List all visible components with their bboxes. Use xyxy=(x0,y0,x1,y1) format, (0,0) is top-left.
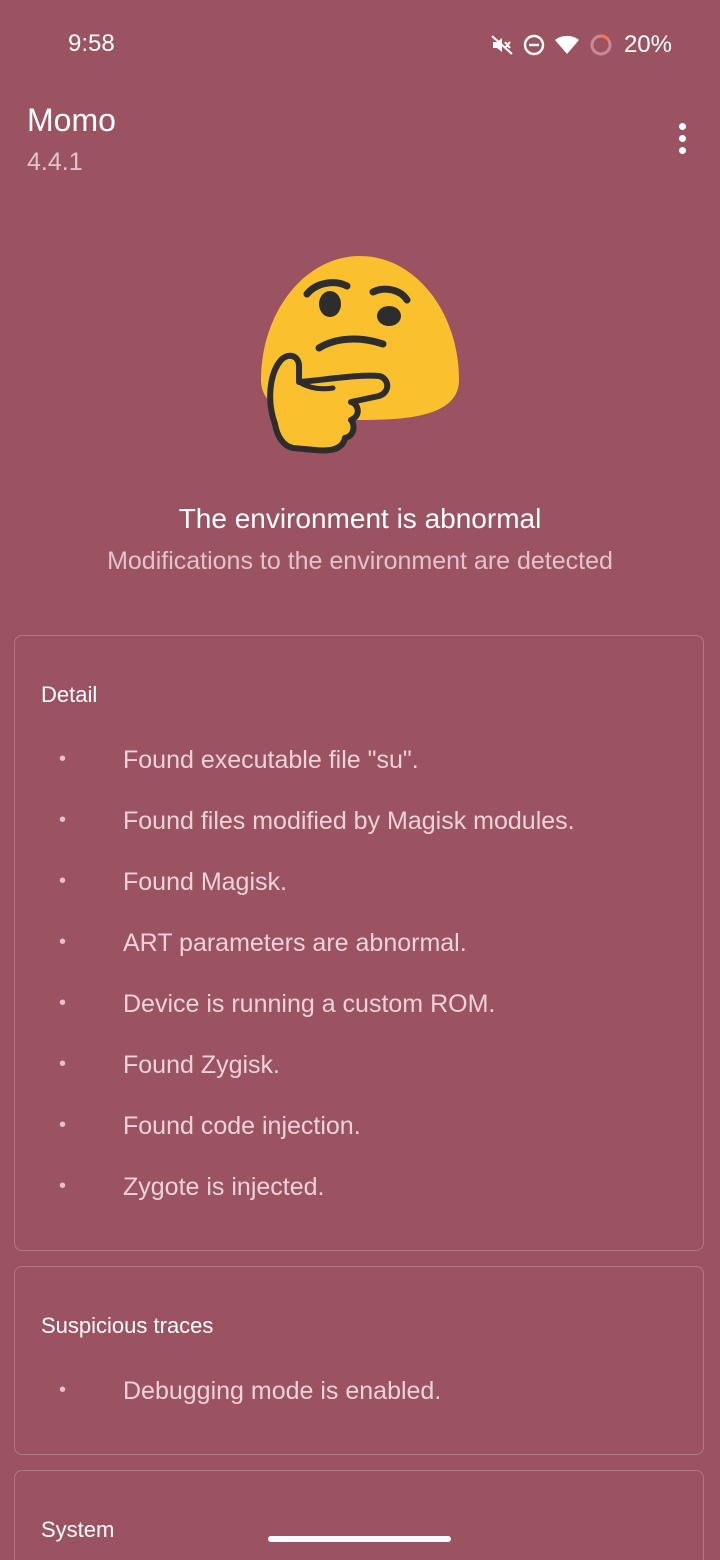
wifi-icon xyxy=(554,33,580,57)
bullet: • xyxy=(59,992,67,1014)
status-headline: The environment is abnormal xyxy=(178,503,542,534)
mute-icon xyxy=(490,33,514,57)
app-version: 4.4.1 xyxy=(27,148,83,176)
card-title: Suspicious traces xyxy=(41,1313,214,1338)
menu-dot xyxy=(678,146,686,154)
list-item-text: ART parameters are abnormal. xyxy=(123,929,467,957)
list-item-text: Found files modified by Magisk modules. xyxy=(123,807,575,835)
list-item: • ART parameters are abnormal. xyxy=(15,929,703,990)
system-card: System xyxy=(14,1470,704,1560)
list-item-text: Debugging mode is enabled. xyxy=(123,1377,442,1405)
bullet: • xyxy=(59,1053,67,1075)
battery-ring-icon xyxy=(588,32,614,58)
battery-percent: 20% xyxy=(623,31,672,58)
list-item-text: Found code injection. xyxy=(123,1112,361,1140)
list-item-text: Zygote is injected. xyxy=(123,1173,325,1201)
list-item: • Found Zygisk. xyxy=(15,1051,703,1112)
menu-dot xyxy=(678,134,686,142)
detail-card: Detail • Found executable file "su". • F… xyxy=(14,635,704,1251)
gesture-nav-handle[interactable] xyxy=(268,1536,451,1542)
list-item-text: Found Magisk. xyxy=(123,868,287,896)
do-not-disturb-icon xyxy=(522,33,546,57)
list-item: • Zygote is injected. xyxy=(15,1173,703,1234)
thinking-face-icon xyxy=(255,252,465,457)
bullet: • xyxy=(59,748,67,770)
status-subline: Modifications to the environment are det… xyxy=(107,547,613,575)
list-item: • Found executable file "su". xyxy=(15,746,703,807)
suspicious-traces-card: Suspicious traces • Debugging mode is en… xyxy=(14,1266,704,1455)
status-icons: 20% xyxy=(490,30,672,60)
list-item-text: Found executable file "su". xyxy=(123,746,419,774)
list-item: • Device is running a custom ROM. xyxy=(15,990,703,1051)
menu-dot xyxy=(678,122,686,130)
list-item: • Found code injection. xyxy=(15,1112,703,1173)
detail-list: • Found executable file "su". • Found fi… xyxy=(15,746,703,1234)
list-item: • Found Magisk. xyxy=(15,868,703,929)
status-bar: 9:58 20% xyxy=(0,0,720,90)
bullet: • xyxy=(59,1175,67,1197)
bullet: • xyxy=(59,1114,67,1136)
list-item-text: Device is running a custom ROM. xyxy=(123,990,496,1018)
screen: 9:58 20% Momo 4.4.1 The environment is a… xyxy=(0,0,720,1560)
list-item: • Found files modified by Magisk modules… xyxy=(15,807,703,868)
card-title: Detail xyxy=(41,682,98,707)
card-title: System xyxy=(41,1517,115,1542)
bullet: • xyxy=(59,809,67,831)
status-time: 9:58 xyxy=(68,30,115,57)
list-item-text: Found Zygisk. xyxy=(123,1051,281,1079)
traces-list: • Debugging mode is enabled. xyxy=(15,1377,703,1438)
list-item: • Debugging mode is enabled. xyxy=(15,1377,703,1438)
app-title: Momo xyxy=(27,102,116,138)
more-vert-icon[interactable] xyxy=(662,118,702,158)
bullet: • xyxy=(59,1379,67,1401)
bullet: • xyxy=(59,870,67,892)
bullet: • xyxy=(59,931,67,953)
